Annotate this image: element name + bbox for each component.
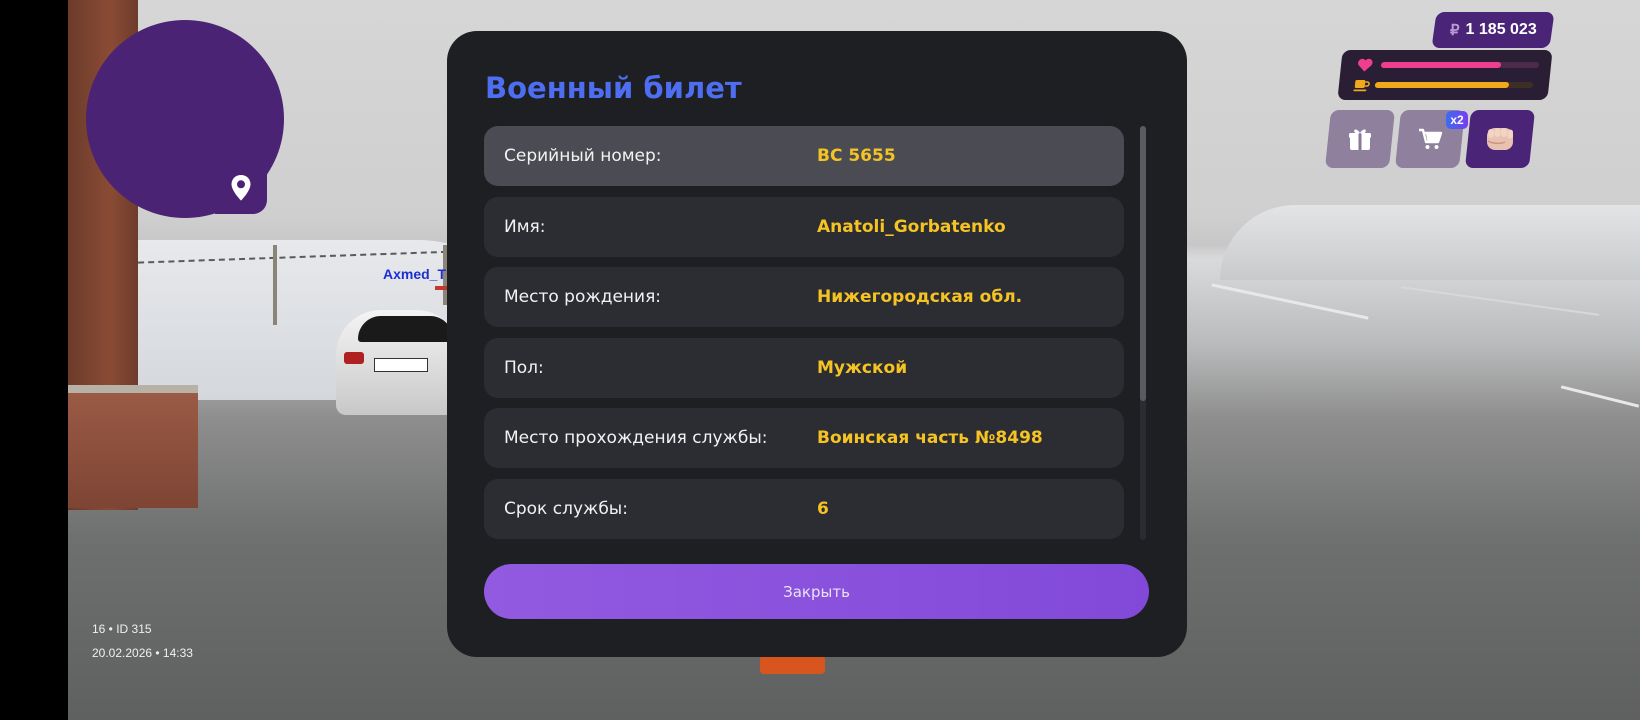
health-bar [1380,62,1540,68]
car-window [358,316,453,342]
brick-tower-base [68,385,198,508]
location-pin-icon[interactable] [229,174,253,202]
info-row-birthplace[interactable]: Место рождения: Нижегородская обл. [484,267,1124,327]
info-row-gender[interactable]: Пол: Мужской [484,337,1124,398]
date-time: 20.02.2026 • 14:33 [92,646,193,660]
hunger-bar [1374,82,1534,88]
row-label: Место прохождения службы: [504,428,768,448]
row-label: Место рождения: [504,287,662,307]
fist-icon [1487,128,1513,150]
row-value: Воинская часть №8498 [817,428,1043,448]
gift-button[interactable] [1324,110,1396,168]
row-label: Имя: [504,216,546,237]
gift-icon [1349,129,1371,150]
row-value: Anatoli_Gorbatenko [817,216,1006,237]
fist-weapon-button[interactable] [1464,110,1536,168]
road-marking [1211,283,1369,320]
row-value: Нижегородская обл. [817,287,1023,307]
scrollbar[interactable] [1140,126,1146,540]
ruble-icon: ₽ [1449,22,1460,39]
dialog-title: Военный билет [485,71,742,105]
road-marking [1400,286,1600,316]
fence-post [273,245,277,325]
license-plate [374,358,428,372]
server-info: 16 • ID 315 [92,622,152,636]
player-nametag: Axmed_T [383,266,447,282]
tail-light [344,352,364,364]
snow-hill [1220,205,1640,280]
info-list: Серийный номер: BC 5655 Имя: Anatoli_Gor… [484,126,1124,549]
info-row-name[interactable]: Имя: Anatoli_Gorbatenko [484,196,1124,257]
heart-icon [1358,58,1373,72]
close-button[interactable]: Закрыть [484,564,1149,619]
info-row-service-term[interactable]: Срок службы: 6 [484,478,1124,539]
info-row-serial[interactable]: Серийный номер: BC 5655 [484,126,1124,186]
road-marking [1560,385,1640,408]
info-row-service-place[interactable]: Место прохождения службы: Воинская часть… [484,408,1124,468]
row-value: Мужской [817,357,908,378]
money-display: ₽ 1 185 023 [1431,12,1555,48]
player-health-bar [435,286,447,290]
cup-icon [1353,80,1370,92]
row-label: Пол: [504,357,544,378]
white-car [336,310,461,415]
row-label: Срок службы: [504,498,628,519]
money-amount: 1 185 023 [1465,21,1537,38]
military-id-dialog: Военный билет Серийный номер: BC 5655 Им… [447,31,1187,657]
row-label: Серийный номер: [504,146,662,166]
health-bar-fill [1380,62,1502,68]
scrollbar-thumb[interactable] [1140,126,1146,401]
row-value: 6 [817,498,829,519]
row-value: BC 5655 [817,146,896,166]
player-stats [1337,50,1553,100]
cart-icon [1419,128,1443,149]
bonus-badge: x2 [1446,111,1468,129]
hunger-bar-fill [1374,82,1510,88]
